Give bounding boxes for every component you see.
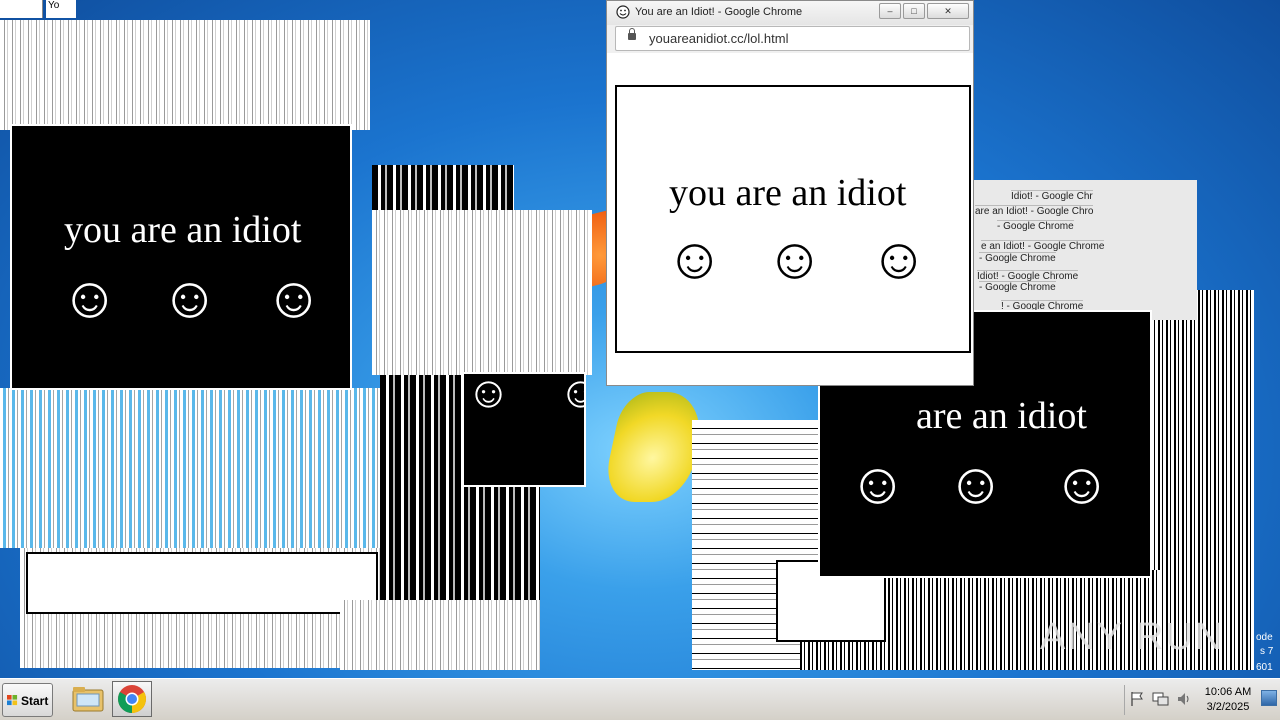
smiley-icon: ☺ [765, 226, 825, 291]
smiley-icon: ☺ [558, 374, 584, 418]
desktop: ☺ ☺ Idiot! - Google Chr are an Idiot! - … [0, 0, 1280, 678]
window-trail [1150, 290, 1254, 670]
idiot-text: are an idiot [916, 395, 1087, 437]
folder-icon [72, 687, 104, 712]
ghost-title: Idiot! - Google Chr [1011, 190, 1093, 202]
ghost-title: - Google Chrome [997, 220, 1074, 232]
taskbar-app-explorer[interactable] [68, 681, 108, 717]
glitch-titlebar-text: Yo [46, 0, 76, 18]
page-viewport[interactable]: you are an idiot ☺ ☺ ☺ [607, 53, 973, 385]
tray-separator [1124, 685, 1125, 715]
ghost-titlebars: Idiot! - Google Chr are an Idiot! - Goog… [970, 180, 1197, 320]
anyrun-watermark: ANY RUN [1040, 616, 1225, 658]
blank-window-body [26, 552, 378, 614]
smiley-favicon-icon [616, 5, 630, 24]
maximize-button[interactable]: □ [903, 3, 925, 19]
address-bar[interactable]: youareanidiot.cc/lol.html [615, 26, 970, 51]
chrome-popup-window[interactable]: You are an Idiot! - Google Chrome – □ ✕ … [606, 0, 974, 386]
volume-icon[interactable] [1176, 691, 1192, 707]
ghost-title: e an Idiot! - Google Chrome [981, 240, 1105, 252]
window-trail [340, 600, 540, 670]
window-trail [372, 210, 592, 375]
clock-time: 10:06 AM [1204, 686, 1252, 698]
chrome-icon [118, 685, 146, 713]
glitch-titlebar [0, 0, 43, 18]
idiot-page-content: you are an idiot ☺ ☺ ☺ [615, 85, 971, 353]
minimize-button[interactable]: – [879, 3, 901, 19]
show-desktop-button[interactable] [1261, 690, 1277, 706]
smiley-icon: ☺ [466, 372, 511, 417]
smiley-icon: ☺ [848, 451, 908, 516]
window-titlebar[interactable]: You are an Idiot! - Google Chrome – □ ✕ [607, 1, 973, 25]
build-text: 601 [1256, 662, 1273, 673]
clock-date: 3/2/2025 [1206, 701, 1250, 713]
url-text[interactable]: youareanidiot.cc/lol.html [649, 31, 788, 46]
smiley-icon: ☺ [264, 265, 324, 330]
ghost-title: - Google Chrome [979, 252, 1056, 264]
close-button[interactable]: ✕ [927, 3, 969, 19]
taskbar: Start 10:06 AM 3/2/2025 [0, 678, 1280, 720]
window-trail [0, 388, 385, 548]
smiley-icon: ☺ [1052, 451, 1112, 516]
start-button[interactable]: Start [2, 683, 53, 717]
smiley-icon: ☺ [946, 451, 1006, 516]
ghost-title: - Google Chrome [979, 281, 1056, 293]
flag-icon[interactable] [1130, 691, 1144, 707]
start-label: Start [21, 694, 49, 708]
window-trail [372, 165, 514, 210]
smiley-icon: ☺ [869, 226, 929, 291]
idiot-text: you are an idiot [64, 209, 302, 251]
smiley-icon: ☺ [60, 265, 120, 330]
idiot-text: you are an idiot [669, 172, 907, 214]
smiley-icon: ☺ [665, 226, 725, 291]
edition-text-line1: ode [1256, 632, 1273, 643]
idiot-popup-left: you are an idiot ☺ ☺ ☺ [10, 124, 352, 390]
taskbar-app-chrome[interactable] [112, 681, 152, 717]
windows-flag-icon [7, 695, 18, 706]
window-trail [0, 20, 370, 130]
network-icon[interactable] [1152, 691, 1170, 707]
smiley-icon: ☺ [160, 265, 220, 330]
lock-icon [628, 28, 636, 40]
edition-text-line2: s 7 [1260, 646, 1274, 657]
taskbar-clock[interactable]: 10:06 AM 3/2/2025 [1198, 685, 1258, 715]
window-title: You are an Idiot! - Google Chrome [635, 6, 803, 18]
ghost-title: are an Idiot! - Google Chro [975, 205, 1094, 217]
idiot-popup-small: ☺ ☺ [462, 372, 586, 487]
